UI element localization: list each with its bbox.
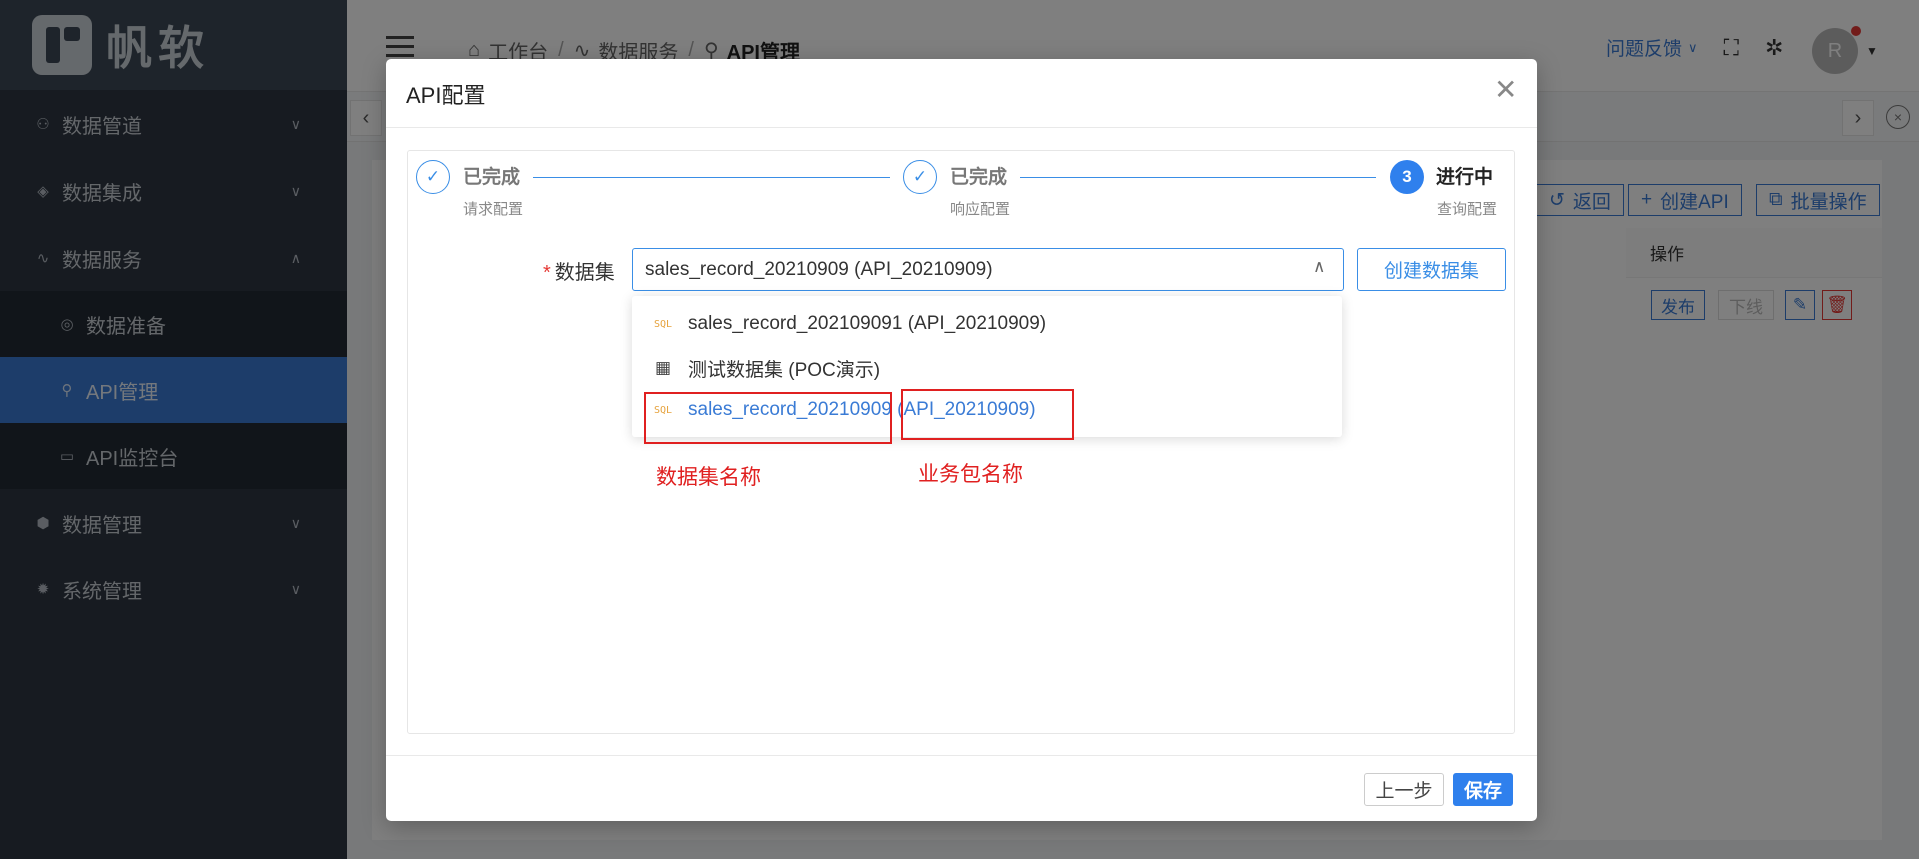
step-2-desc: 响应配置: [950, 201, 1011, 218]
table-icon: ▦: [654, 358, 672, 378]
required-marker: *: [543, 262, 551, 284]
annotation-label-package: 业务包名称: [918, 463, 1023, 486]
step-check-icon: ✓: [903, 160, 937, 194]
prev-step-button[interactable]: 上一步: [1364, 773, 1444, 806]
step-connector: [533, 177, 890, 178]
step-2-title: 已完成: [950, 167, 1008, 188]
step-check-icon: ✓: [416, 160, 450, 194]
annotation-label-dataset: 数据集名称: [656, 466, 761, 489]
save-button[interactable]: 保存: [1453, 773, 1513, 806]
dataset-select[interactable]: sales_record_20210909 (API_20210909): [632, 248, 1344, 291]
step-number-badge: 3: [1390, 160, 1424, 194]
create-dataset-button[interactable]: 创建数据集: [1357, 248, 1506, 291]
step-3-title: 进行中: [1436, 167, 1494, 188]
sql-icon: SQL: [653, 318, 673, 330]
chevron-up-icon[interactable]: ∧: [1313, 257, 1325, 277]
step-1-title: 已完成: [463, 167, 521, 188]
steps-panel: [407, 150, 1515, 734]
dataset-field-label: * 数据集: [543, 262, 615, 284]
divider: [386, 755, 1537, 756]
step-1-desc: 请求配置: [463, 201, 524, 218]
modal-title: API配置: [406, 83, 486, 108]
step-3-desc: 查询配置: [1437, 201, 1498, 218]
step-connector: [1020, 177, 1376, 178]
close-icon[interactable]: ✕: [1494, 76, 1517, 104]
dropdown-option[interactable]: ▦ 测试数据集 (POC演示): [632, 349, 1342, 387]
annotation-box-package: [901, 389, 1074, 440]
divider: [386, 127, 1537, 128]
dropdown-option[interactable]: SQL sales_record_202109091 (API_20210909…: [632, 305, 1342, 343]
annotation-box-dataset: [644, 392, 892, 444]
